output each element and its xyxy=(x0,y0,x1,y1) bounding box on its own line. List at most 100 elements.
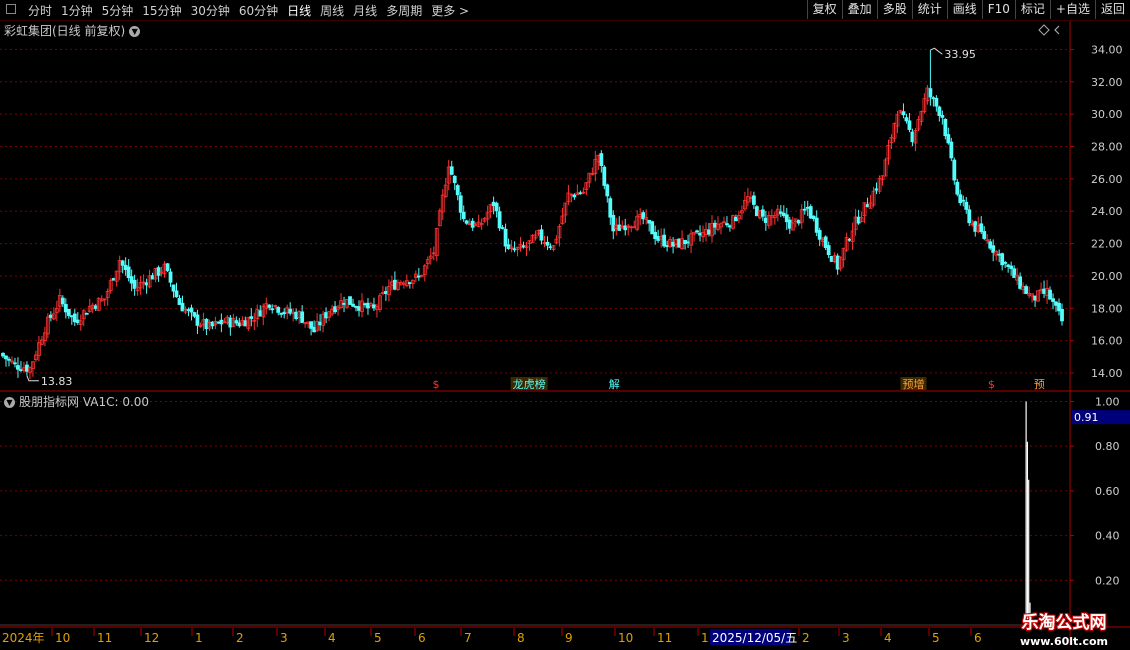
candle xyxy=(958,189,963,206)
period-tab-7[interactable]: 周线 xyxy=(320,2,344,19)
action-button-7[interactable]: +自选 xyxy=(1049,0,1095,19)
candle-body xyxy=(829,255,834,262)
action-button-0[interactable]: 复权 xyxy=(806,0,842,19)
candle-body xyxy=(943,118,948,137)
candle xyxy=(916,115,921,132)
candle xyxy=(129,269,134,292)
candle xyxy=(766,211,771,229)
action-button-2[interactable]: 多股 xyxy=(876,0,912,19)
candle xyxy=(793,218,798,228)
period-tab-3[interactable]: 15分钟 xyxy=(142,2,181,19)
candle xyxy=(135,278,140,296)
action-buttons: 复权 叠加 多股 统计 画线 F10 标记 +自选 返回 xyxy=(806,0,1130,19)
action-button-1[interactable]: 叠加 xyxy=(841,0,877,19)
candle-body xyxy=(784,214,789,223)
candle xyxy=(728,224,732,232)
candle xyxy=(617,216,622,231)
candle xyxy=(796,219,801,226)
price-chart[interactable]: 34.00 32.00 30.00 28.00 26.00 24.00 22.00 20.00… xyxy=(0,0,1130,650)
x-tick-label: 5 xyxy=(932,631,940,645)
candle xyxy=(249,308,254,327)
candle-body xyxy=(1012,268,1017,278)
period-tab-9[interactable]: 多周期 xyxy=(386,2,422,19)
candle xyxy=(180,295,185,312)
candle xyxy=(315,313,320,333)
action-button-8[interactable]: 返回 xyxy=(1094,0,1130,19)
candle xyxy=(751,191,756,209)
x-tick-label: 2 xyxy=(236,631,244,645)
candle xyxy=(979,216,984,235)
period-tab-10[interactable]: 更多 > xyxy=(431,2,469,19)
candle xyxy=(542,235,547,248)
candle-body xyxy=(144,282,149,286)
candle xyxy=(330,304,334,317)
candle xyxy=(204,318,209,335)
period-tab-0[interactable]: 分时 xyxy=(28,2,52,19)
window-menu-icon[interactable] xyxy=(6,4,16,14)
candle xyxy=(734,214,738,222)
x-tick-label: 1 xyxy=(701,631,709,645)
candle xyxy=(548,243,553,250)
candle xyxy=(306,321,311,328)
candle-body xyxy=(698,232,702,236)
chart-header[interactable]: 彩虹集团(日线 前复权) ▼ xyxy=(4,22,141,39)
action-button-5[interactable]: F10 xyxy=(981,0,1015,19)
candle-body xyxy=(1042,288,1046,294)
action-button-4[interactable]: 画线 xyxy=(946,0,982,19)
chevron-down-icon[interactable]: ▼ xyxy=(129,26,141,37)
candle xyxy=(60,295,65,308)
candle xyxy=(844,232,849,252)
candle-body xyxy=(210,321,215,327)
candle xyxy=(375,303,379,318)
period-tab-8[interactable]: 月线 xyxy=(353,2,377,19)
candle-body xyxy=(623,225,628,231)
period-tab-5[interactable]: 60分钟 xyxy=(239,2,278,19)
candle xyxy=(599,150,604,173)
candle xyxy=(886,139,891,165)
candle-body xyxy=(1051,298,1055,302)
candle xyxy=(485,205,490,226)
candle xyxy=(611,210,616,240)
period-tab-2[interactable]: 5分钟 xyxy=(102,2,134,19)
candle xyxy=(36,336,41,362)
candle xyxy=(339,293,343,309)
candle xyxy=(934,95,939,112)
action-button-6[interactable]: 标记 xyxy=(1014,0,1050,19)
candle xyxy=(871,186,876,208)
candle xyxy=(105,288,110,306)
candle xyxy=(34,350,38,362)
x-tick-label: 3 xyxy=(280,631,288,645)
candle xyxy=(506,238,511,250)
period-tab-4[interactable]: 30分钟 xyxy=(191,2,230,19)
indicator-header[interactable]: ▼ 股朋指标网 VA1C: 0.00 xyxy=(4,393,149,410)
candle xyxy=(309,321,314,336)
candle xyxy=(689,229,693,254)
period-tab-6[interactable]: 日线 xyxy=(287,2,311,19)
candle-body xyxy=(168,271,173,283)
candle xyxy=(31,361,35,377)
candle xyxy=(575,184,580,196)
candle xyxy=(114,270,119,287)
candle-body xyxy=(548,246,553,249)
candle xyxy=(470,218,475,231)
candle xyxy=(401,280,406,289)
candle-body xyxy=(1060,308,1064,322)
action-button-3[interactable]: 统计 xyxy=(911,0,947,19)
candle-body xyxy=(952,159,957,181)
candle xyxy=(539,224,544,245)
candle-body xyxy=(192,312,197,317)
candle-body xyxy=(288,308,293,314)
candle-body xyxy=(931,97,936,100)
candle xyxy=(237,317,242,328)
candle xyxy=(518,236,523,252)
candle xyxy=(701,225,705,243)
period-tab-1[interactable]: 1分钟 xyxy=(61,2,93,19)
candle xyxy=(282,308,287,319)
chevron-down-icon[interactable]: ▼ xyxy=(4,397,15,408)
candle xyxy=(719,222,723,235)
candle-body xyxy=(282,311,287,315)
candle-body xyxy=(195,314,200,326)
candle xyxy=(982,226,987,241)
y-tick-label: 16.00 xyxy=(1091,335,1123,348)
stock-title: 彩虹集团(日线 前复权) xyxy=(4,24,126,38)
